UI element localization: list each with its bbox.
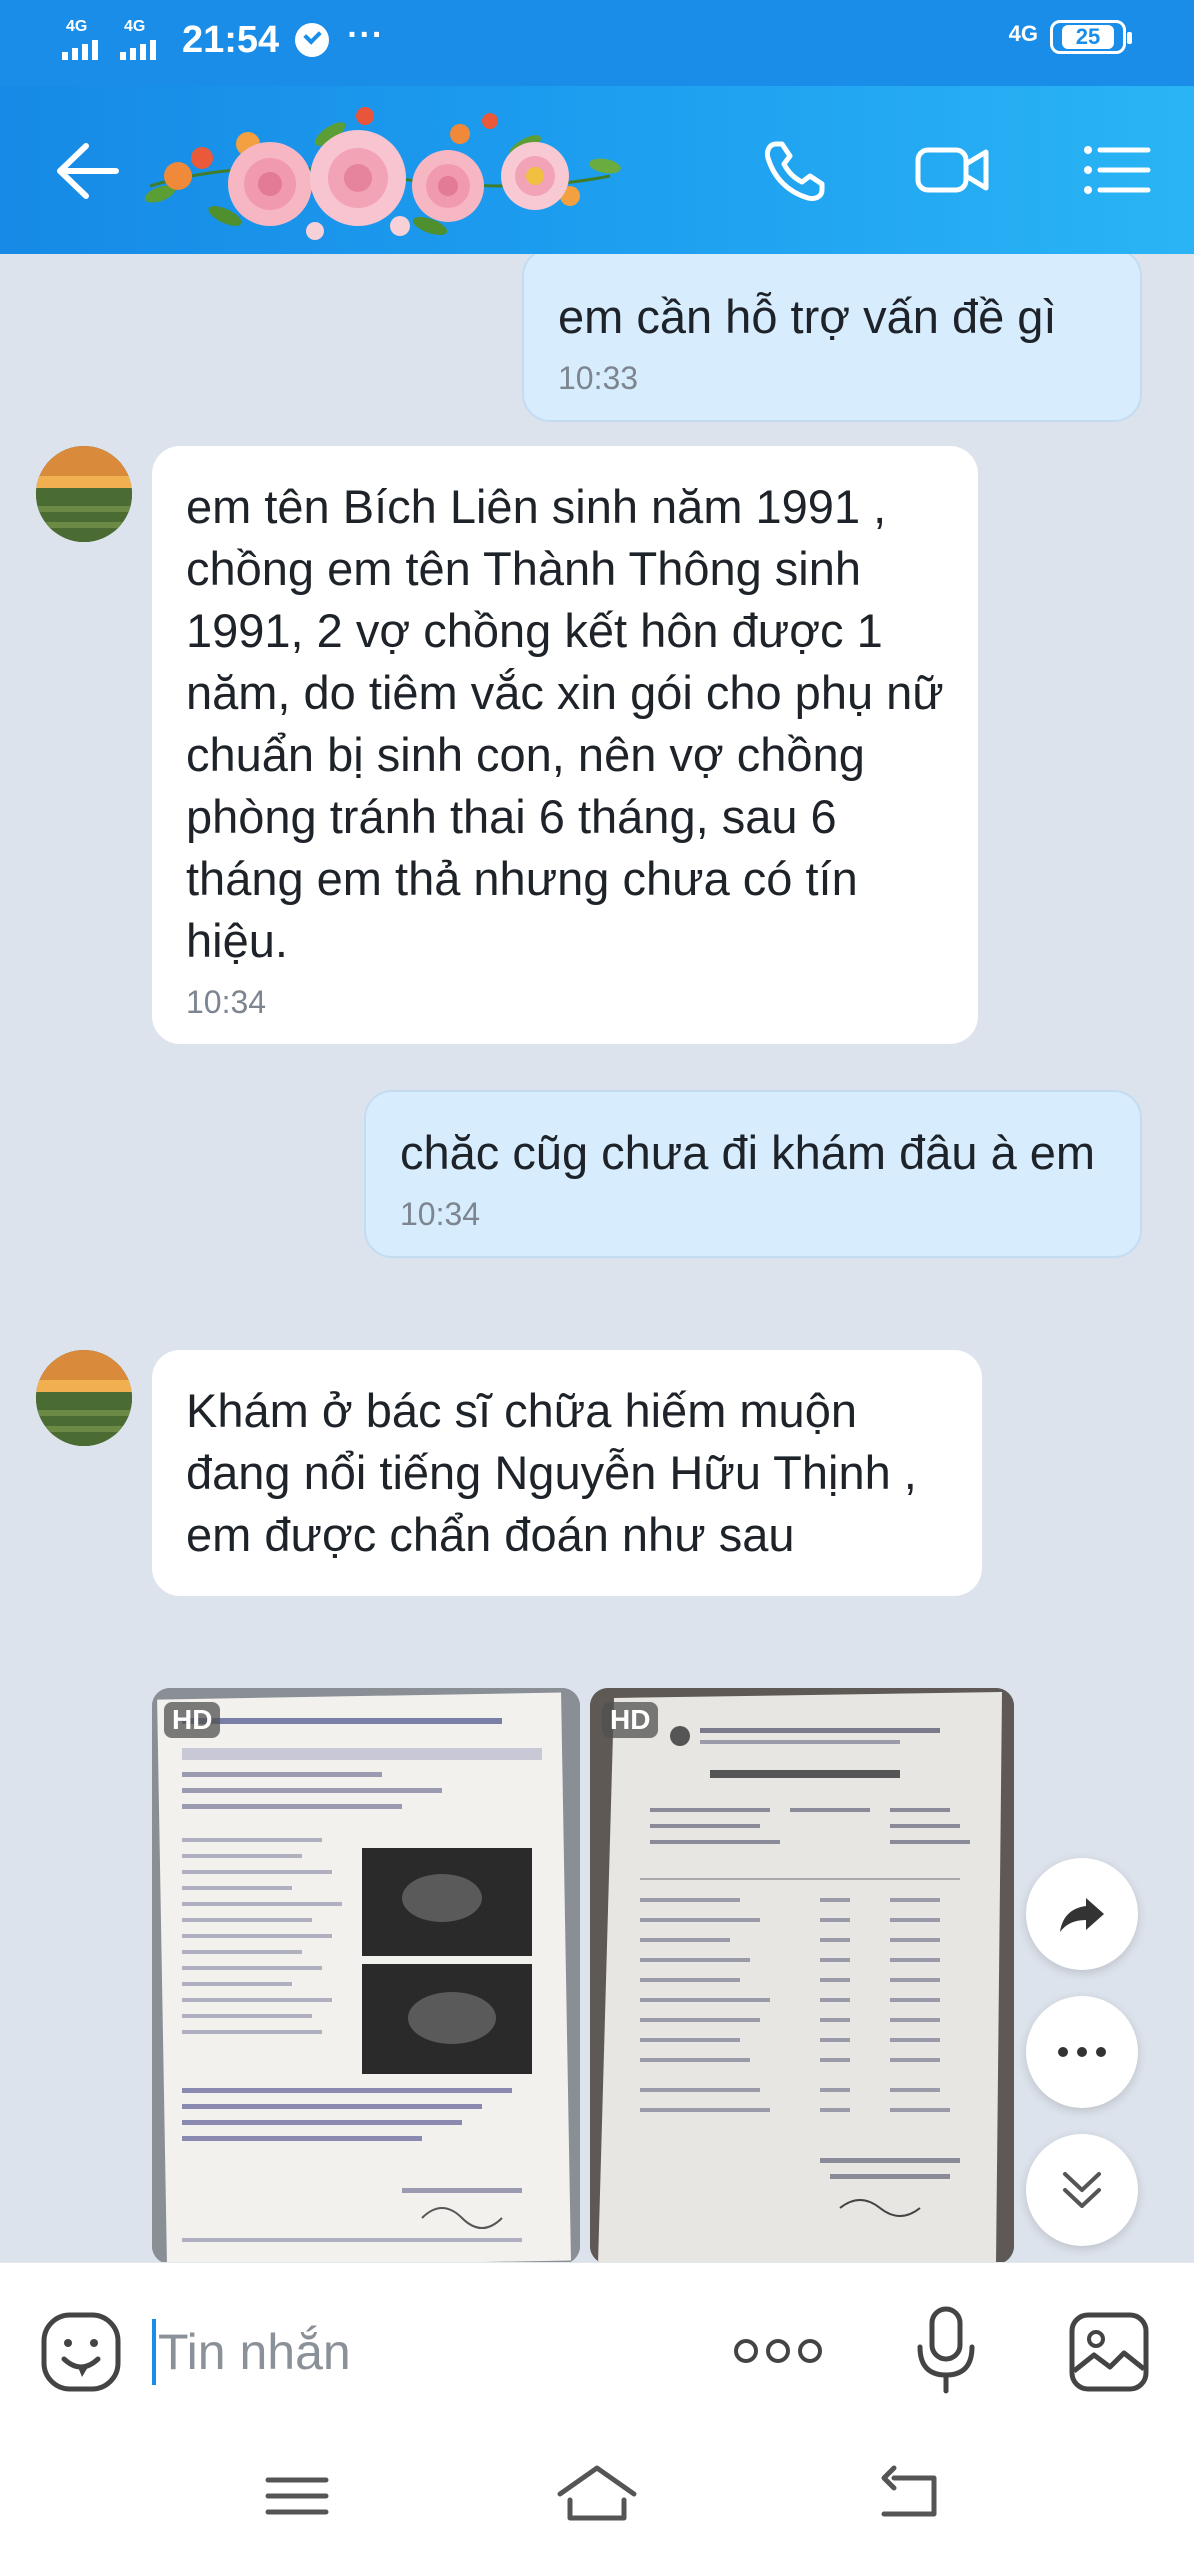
home-icon[interactable] xyxy=(552,2460,642,2532)
notification-more-icon: ··· xyxy=(347,15,385,54)
back-nav-icon[interactable] xyxy=(864,2460,954,2532)
hd-badge: HD xyxy=(602,1702,659,1738)
system-navigation-bar xyxy=(0,2432,1194,2560)
phone-icon[interactable] xyxy=(756,130,836,210)
battery-icon: 25 xyxy=(1050,20,1132,54)
battery-level: 25 xyxy=(1062,25,1114,49)
image-attachment-semen-analysis[interactable]: HD xyxy=(590,1688,1014,2262)
semen-analysis-report-image xyxy=(590,1688,1014,2262)
message-time: 10:34 xyxy=(400,1196,481,1232)
message-bubble-outgoing[interactable]: em cần hỗ trợ vấn đề gì 10:33 xyxy=(522,254,1142,422)
chat-header xyxy=(0,86,1194,254)
list-menu-icon[interactable] xyxy=(1076,130,1156,210)
message-bubble-incoming[interactable]: Khám ở bác sĩ chữa hiếm muộn đang nổi ti… xyxy=(152,1350,982,1596)
message-bubble-incoming[interactable]: em tên Bích Liên sinh năm 1991 , chồng e… xyxy=(152,446,978,1044)
message-input[interactable] xyxy=(158,2313,678,2391)
double-chevron-down-icon xyxy=(1063,2172,1101,2208)
more-dots-icon[interactable] xyxy=(730,2331,826,2371)
arrow-left-icon[interactable] xyxy=(52,138,122,204)
microphone-icon[interactable] xyxy=(910,2303,982,2399)
scroll-to-bottom-button[interactable] xyxy=(1026,2134,1138,2246)
image-icon[interactable] xyxy=(1066,2309,1152,2395)
more-options-button[interactable] xyxy=(1026,1996,1138,2108)
contact-avatar[interactable] xyxy=(36,1350,132,1446)
message-bubble-outgoing[interactable]: chăc cũg chưa đi khám đâu à em 10:34 xyxy=(364,1090,1142,1258)
emoji-icon[interactable] xyxy=(40,2311,122,2393)
signal-icon: 4G xyxy=(60,14,108,66)
network-indicator: 4G xyxy=(1008,21,1038,46)
message-text: em cần hỗ trợ vấn đề gì xyxy=(558,290,1057,343)
image-attachment-ultrasound[interactable]: HD xyxy=(152,1688,580,2262)
message-composer xyxy=(0,2262,1194,2432)
flower-banner-avatar[interactable] xyxy=(130,86,630,254)
signal-icon: 4G xyxy=(118,14,166,66)
message-text: chăc cũg chưa đi khám đâu à em xyxy=(400,1126,1096,1179)
message-time: 10:33 xyxy=(558,360,639,396)
message-time: 10:34 xyxy=(186,984,267,1020)
status-bar: 4G 4G 21:54 ··· 4G 25 xyxy=(0,0,1194,86)
message-text: Khám ở bác sĩ chữa hiếm muộn đang nổi ti… xyxy=(186,1384,917,1561)
hd-badge: HD xyxy=(164,1702,221,1738)
recent-apps-icon[interactable] xyxy=(252,2460,342,2532)
forward-button[interactable] xyxy=(1026,1858,1138,1970)
ultrasound-report-image xyxy=(152,1688,580,2262)
video-camera-icon[interactable] xyxy=(912,130,992,210)
contact-avatar[interactable] xyxy=(36,446,132,542)
share-arrow-icon xyxy=(1060,1898,1104,1932)
check-circle-icon xyxy=(295,23,330,57)
text-cursor xyxy=(152,2319,156,2385)
message-list[interactable]: em cần hỗ trợ vấn đề gì 10:33 em tên Bíc… xyxy=(0,254,1194,2262)
clock-time: 21:54 xyxy=(182,18,280,61)
ellipsis-icon xyxy=(1058,2047,1106,2057)
message-text: em tên Bích Liên sinh năm 1991 , chồng e… xyxy=(186,480,944,967)
